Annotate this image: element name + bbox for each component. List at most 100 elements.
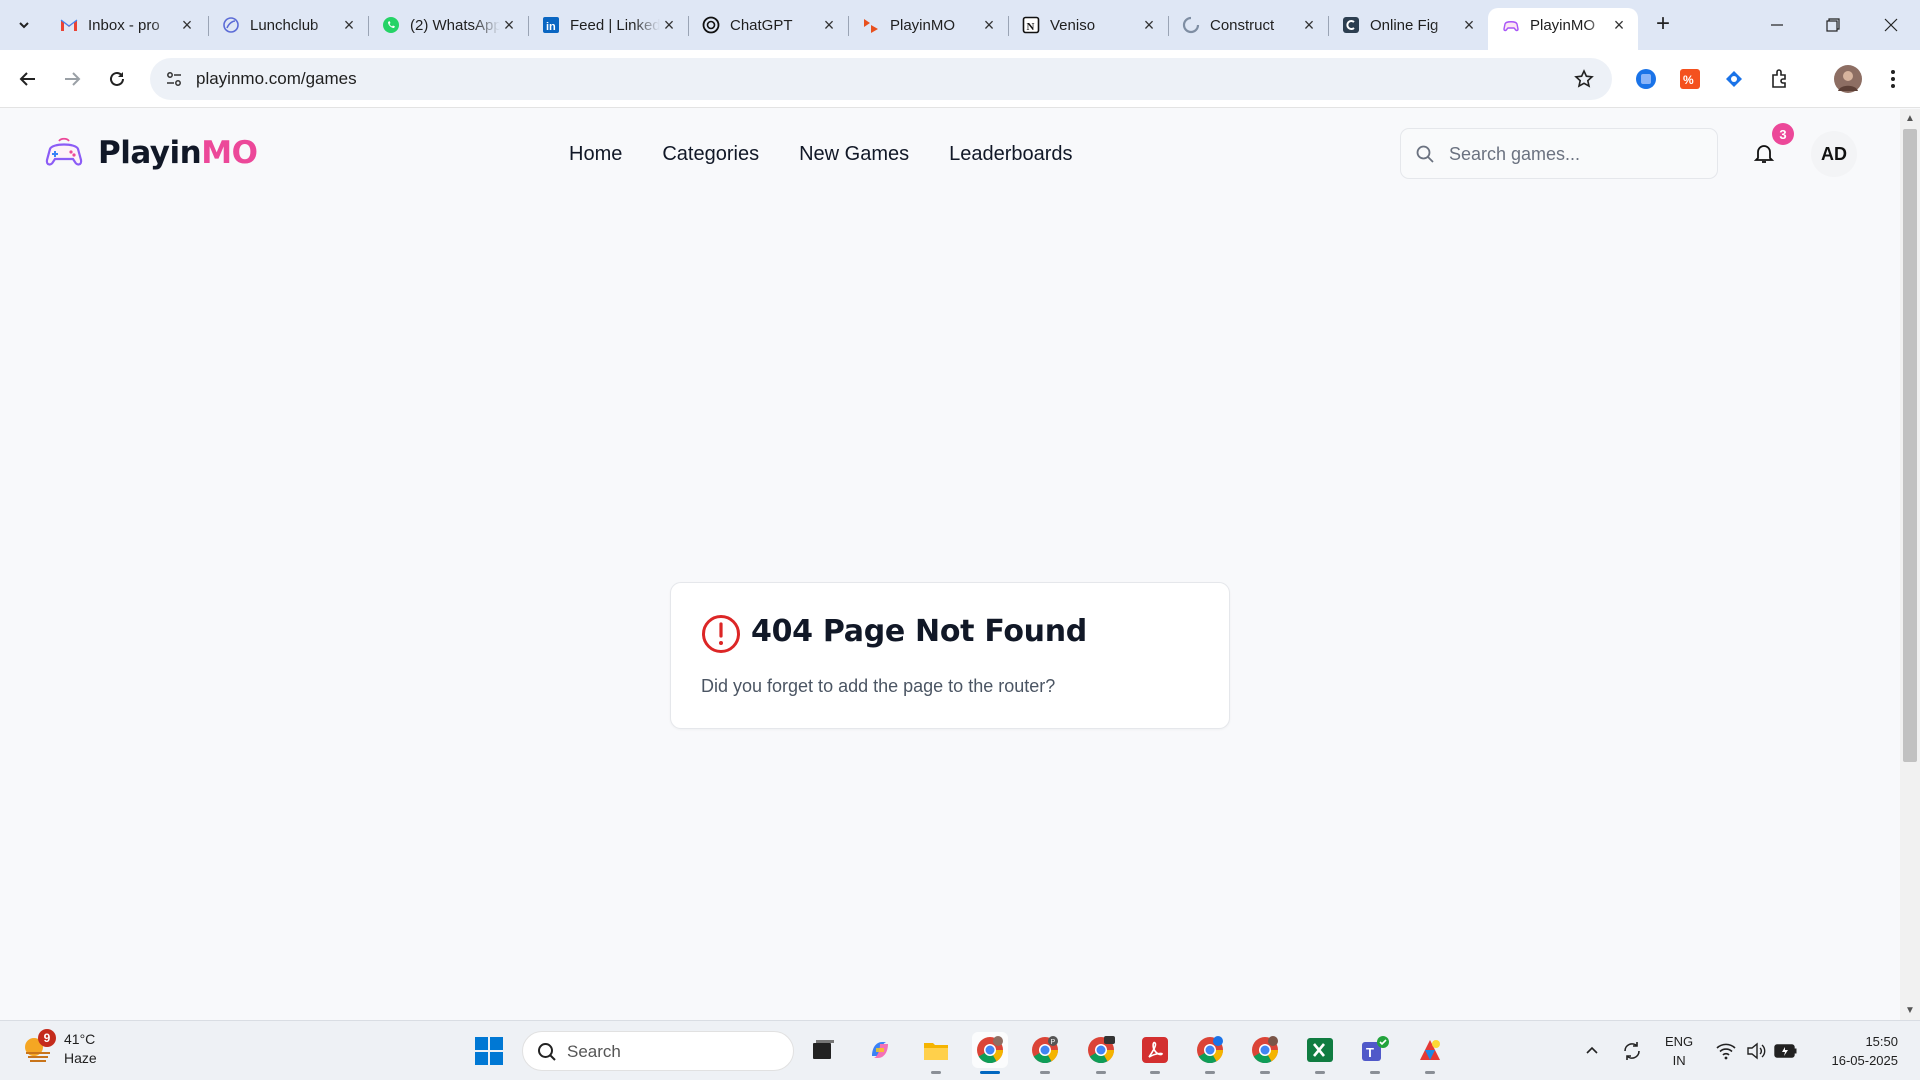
teams-icon[interactable]: T [1357, 1032, 1393, 1074]
close-icon[interactable]: × [980, 15, 998, 35]
notification-badge: 3 [1772, 123, 1794, 145]
task-view-icon[interactable] [805, 1032, 841, 1068]
tab-playinmo-1[interactable]: PlayinMO × [848, 8, 1008, 42]
user-avatar[interactable]: AD [1811, 131, 1857, 177]
tab-gmail[interactable]: Inbox - pro × [46, 8, 206, 42]
tab-title: (2) WhatsApp [410, 16, 500, 34]
haze-sun-icon: 9 [22, 1029, 56, 1065]
scrollbar-thumb[interactable] [1903, 129, 1917, 762]
tab-construct[interactable]: Construct × [1168, 8, 1328, 42]
tab-playinmo-active[interactable]: PlayinMO × [1488, 8, 1638, 50]
reload-icon[interactable] [103, 65, 131, 93]
tab-lunchclub[interactable]: Lunchclub × [208, 8, 368, 42]
chrome-profile-p-icon[interactable]: P [1027, 1032, 1063, 1074]
gamepad-logo-icon [45, 137, 83, 166]
bookmark-star-icon[interactable] [1572, 67, 1596, 91]
close-icon[interactable]: × [1460, 15, 1478, 35]
search-input[interactable] [1449, 141, 1704, 167]
close-icon[interactable]: × [1300, 15, 1318, 35]
not-found-card: 404 Page Not Found Did you forget to add… [670, 582, 1230, 729]
chrome-profile-blue-icon[interactable] [1192, 1032, 1228, 1074]
tab-title: PlayinMO [1530, 16, 1596, 34]
new-tab-button[interactable]: + [1650, 12, 1676, 38]
nav-new-games[interactable]: New Games [799, 143, 909, 166]
close-icon[interactable]: × [1610, 15, 1628, 35]
svg-text:T: T [1366, 1045, 1374, 1060]
taskbar-search-label: Search [567, 1042, 621, 1061]
volume-icon[interactable] [1744, 1039, 1768, 1063]
forward-arrow-icon[interactable] [58, 65, 86, 93]
tab-chatgpt[interactable]: ChatGPT × [688, 8, 848, 42]
windows-taskbar: 9 41°C Haze Search P T ENG IN 15:50 16-0… [0, 1020, 1920, 1080]
close-icon[interactable]: × [1140, 15, 1158, 35]
weather-badge: 9 [38, 1029, 56, 1047]
tab-whatsapp[interactable]: (2) WhatsApp × [368, 8, 528, 42]
paint-app-icon[interactable] [1412, 1032, 1448, 1074]
weather-condition: Haze [64, 1050, 97, 1066]
extensions-puzzle-icon[interactable] [1767, 66, 1793, 92]
wifi-icon[interactable] [1714, 1039, 1738, 1063]
tab-title: Inbox - pro [88, 16, 160, 34]
chrome-profile-md-icon[interactable] [1083, 1032, 1119, 1074]
nav-home[interactable]: Home [569, 143, 622, 166]
taskbar-search[interactable]: Search [522, 1031, 794, 1071]
chrome-profile-photo-icon[interactable] [1247, 1032, 1283, 1074]
site-logo[interactable]: PlayinMO [44, 133, 258, 173]
svg-text:P: P [1051, 1039, 1056, 1046]
copilot-icon[interactable] [862, 1032, 898, 1068]
main-nav: Home Categories New Games Leaderboards [569, 143, 1073, 166]
file-explorer-icon[interactable] [918, 1032, 954, 1074]
page-viewport: PlayinMO Home Categories New Games Leade… [0, 109, 1900, 1020]
tab-veniso[interactable]: N Veniso × [1008, 8, 1168, 42]
close-icon[interactable]: × [178, 15, 196, 35]
tab-title: Online Fig [1370, 16, 1439, 34]
url-text[interactable]: playinmo.com/games [196, 69, 357, 89]
chevron-up-icon[interactable] [1580, 1039, 1604, 1063]
close-icon[interactable]: × [820, 15, 838, 35]
nav-categories[interactable]: Categories [662, 143, 759, 166]
tab-title: Construct [1210, 16, 1275, 34]
profile-avatar[interactable] [1834, 65, 1862, 93]
scroll-down-arrow-icon[interactable]: ▼ [1905, 1005, 1915, 1016]
site-info-icon[interactable] [160, 65, 188, 93]
menu-kebab-icon[interactable] [1880, 66, 1906, 92]
tab-search-chevron-icon[interactable] [10, 11, 38, 39]
tab-linkedin[interactable]: in Feed | LinkedIn × [528, 8, 688, 42]
excel-icon[interactable] [1302, 1032, 1338, 1074]
close-icon[interactable]: × [500, 15, 518, 35]
playinmo-orange-icon [862, 16, 880, 34]
tab-title: Lunchclub [250, 16, 319, 34]
extension-blue-icon[interactable] [1633, 66, 1659, 92]
weather-widget[interactable]: 9 41°C Haze [22, 1029, 97, 1068]
acrobat-icon[interactable] [1137, 1032, 1173, 1074]
address-bar[interactable]: playinmo.com/games [150, 58, 1612, 100]
close-icon[interactable]: × [660, 15, 678, 35]
close-icon[interactable]: × [340, 15, 358, 35]
scroll-up-arrow-icon[interactable]: ▲ [1905, 113, 1915, 124]
back-arrow-icon[interactable] [14, 65, 42, 93]
input-language[interactable]: ENG IN [1665, 1032, 1693, 1070]
restore-icon[interactable] [1818, 10, 1848, 40]
system-clock[interactable]: 15:50 16-05-2025 [1818, 1032, 1899, 1070]
extension-tag-icon[interactable] [1721, 66, 1747, 92]
chrome-active-icon[interactable] [972, 1032, 1008, 1074]
figure-icon [1342, 16, 1360, 34]
extension-orange-icon[interactable]: % [1677, 66, 1703, 92]
site-logo-text: PlayinMO [98, 135, 258, 171]
tab-online-fig[interactable]: Online Fig × [1328, 8, 1488, 42]
gmail-icon [60, 16, 78, 34]
nav-leaderboards[interactable]: Leaderboards [949, 143, 1072, 166]
sync-icon[interactable] [1620, 1039, 1644, 1063]
battery-charging-icon[interactable] [1774, 1039, 1798, 1063]
lang-code: ENG [1665, 1034, 1694, 1049]
chatgpt-icon [702, 16, 720, 34]
browser-toolbar: playinmo.com/games % [0, 50, 1920, 108]
windows-start-icon[interactable] [474, 1036, 504, 1066]
svg-text:%: % [1683, 73, 1694, 87]
minimize-icon[interactable] [1762, 10, 1792, 40]
linkedin-icon: in [542, 16, 560, 34]
tab-title: Feed | LinkedIn [570, 16, 660, 34]
window-close-icon[interactable] [1876, 10, 1906, 40]
page-scrollbar[interactable]: ▲ ▼ [1900, 109, 1920, 1020]
search-icon [1416, 145, 1434, 163]
